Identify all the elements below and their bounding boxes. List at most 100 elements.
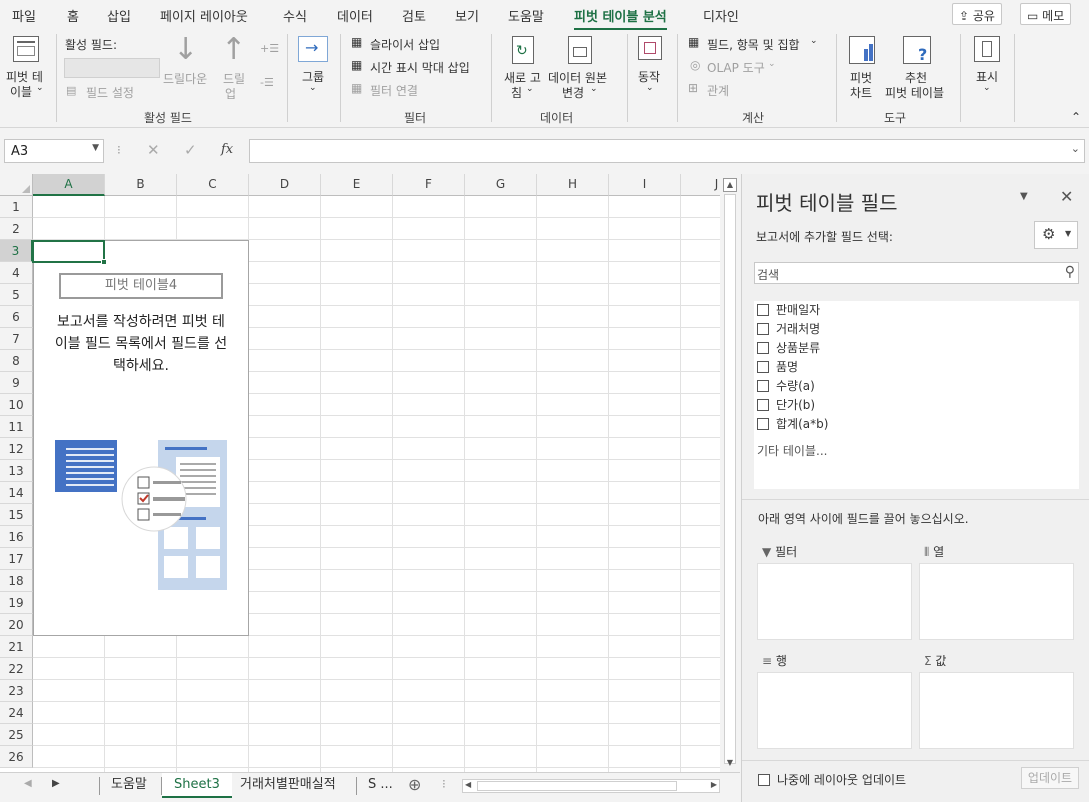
tab-home[interactable]: 홈 — [67, 6, 79, 25]
row-header[interactable]: 8 — [0, 350, 33, 372]
column-header[interactable]: G — [465, 174, 537, 196]
row-header[interactable]: 26 — [0, 746, 33, 768]
column-header[interactable]: E — [321, 174, 393, 196]
scroll-down-icon[interactable]: ▼ — [723, 758, 737, 770]
checkbox[interactable] — [757, 399, 769, 411]
formula-input[interactable]: ⌄ — [249, 139, 1085, 163]
row-header[interactable]: 7 — [0, 328, 33, 350]
row-header[interactable]: 24 — [0, 702, 33, 724]
checkbox[interactable] — [757, 418, 769, 430]
column-header[interactable]: I — [609, 174, 681, 196]
active-cell-a3[interactable] — [32, 240, 107, 265]
tab-design[interactable]: 디자인 — [703, 6, 739, 25]
scroll-up-icon[interactable]: ▲ — [723, 178, 737, 192]
row-header[interactable]: 12 — [0, 438, 33, 460]
tab-view[interactable]: 보기 — [455, 6, 479, 25]
column-header[interactable]: H — [537, 174, 609, 196]
field-item[interactable]: 판매일자 — [757, 301, 820, 318]
prev-sheet-icon[interactable]: ◀ — [24, 778, 32, 789]
column-header[interactable]: J — [681, 174, 720, 196]
field-item[interactable]: 품명 — [757, 358, 798, 375]
checkbox[interactable] — [757, 380, 769, 392]
filter-connections-button[interactable]: 필터 연결 — [370, 82, 418, 99]
row-header[interactable]: 10 — [0, 394, 33, 416]
tab-formulas[interactable]: 수식 — [283, 6, 307, 25]
row-header[interactable]: 21 — [0, 636, 33, 658]
checkbox[interactable] — [757, 304, 769, 316]
field-item[interactable]: 거래처명 — [757, 320, 820, 337]
row-header[interactable]: 23 — [0, 680, 33, 702]
drill-down-button[interactable]: 드릴다운 — [163, 70, 207, 87]
olap-tools-button[interactable]: OLAP 도구 — [707, 59, 765, 76]
row-header[interactable]: 11 — [0, 416, 33, 438]
relationships-button[interactable]: 관계 — [707, 82, 729, 99]
sheet-tab-more[interactable]: S ... — [360, 773, 401, 798]
tab-split-handle[interactable]: ⁝ — [442, 777, 446, 791]
sheet-tab-help[interactable]: 도움말 — [103, 773, 155, 798]
sheet-tab-sheet3[interactable]: Sheet3 — [162, 773, 232, 798]
tab-insert[interactable]: 삽입 — [107, 6, 131, 25]
enter-icon[interactable]: ✓ — [184, 141, 197, 159]
row-header[interactable]: 15 — [0, 504, 33, 526]
field-item[interactable]: 합계(a*b) — [757, 415, 828, 432]
row-header[interactable]: 6 — [0, 306, 33, 328]
row-header[interactable]: 2 — [0, 218, 33, 240]
close-icon[interactable]: ✕ — [1060, 187, 1073, 206]
row-header[interactable]: 25 — [0, 724, 33, 746]
row-header[interactable]: 22 — [0, 658, 33, 680]
layout-settings-button[interactable]: ⚙ ▼ — [1034, 221, 1078, 249]
tab-data[interactable]: 데이터 — [337, 6, 373, 25]
column-header[interactable]: B — [105, 174, 177, 196]
collapse-field-icon[interactable]: -☰ — [260, 76, 274, 89]
vertical-scrollbar[interactable]: ▲ ▼ — [720, 174, 740, 772]
refresh-button-line2[interactable]: 침 — [511, 84, 522, 101]
checkbox[interactable] — [757, 361, 769, 373]
column-header[interactable]: C — [177, 174, 249, 196]
name-box[interactable]: A3 ▼ — [4, 139, 104, 163]
horizontal-scrollbar[interactable]: ◀ ▶ — [462, 779, 720, 793]
refresh-button[interactable]: 새로 고 — [504, 69, 541, 86]
rows-drop-zone[interactable] — [757, 672, 912, 749]
pivot-chart-button-line2[interactable]: 차트 — [850, 84, 872, 101]
more-tables-link[interactable]: 기타 테이블... — [757, 442, 827, 459]
field-search-input[interactable]: 검색 ⚲ — [754, 262, 1079, 284]
field-item[interactable]: 수량(a) — [757, 377, 815, 394]
tab-review[interactable]: 검토 — [402, 6, 426, 25]
row-header[interactable]: 18 — [0, 570, 33, 592]
pivot-table-placeholder[interactable]: 피벗 테이블4 보고서를 작성하려면 피벗 테 이블 필드 목록에서 필드를 선… — [33, 240, 249, 636]
row-header[interactable]: 19 — [0, 592, 33, 614]
row-header[interactable]: 17 — [0, 548, 33, 570]
checkbox[interactable] — [758, 774, 770, 786]
row-header[interactable]: 4 — [0, 262, 33, 284]
next-sheet-icon[interactable]: ▶ — [52, 778, 60, 789]
sheet-tab-sales-by-customer[interactable]: 거래처별판매실적 — [232, 773, 344, 798]
checkbox[interactable] — [757, 323, 769, 335]
defer-update-option[interactable]: 나중에 레이아웃 업데이트 — [758, 771, 906, 788]
row-header[interactable]: 14 — [0, 482, 33, 504]
field-item[interactable]: 단가(b) — [757, 396, 815, 413]
row-header[interactable]: 16 — [0, 526, 33, 548]
row-header[interactable]: 20 — [0, 614, 33, 636]
hscroll-thumb[interactable] — [477, 781, 677, 791]
insert-timeline-button[interactable]: 시간 표시 막대 삽입 — [370, 59, 470, 76]
pane-options-icon[interactable]: ▼ — [1020, 191, 1028, 202]
row-header[interactable]: 1 — [0, 196, 33, 218]
tab-pivot-analyze[interactable]: 피벗 테이블 분석 — [574, 6, 667, 31]
insert-function-icon[interactable]: fx — [221, 142, 233, 157]
scroll-thumb[interactable] — [724, 194, 736, 764]
column-header[interactable]: D — [249, 174, 321, 196]
select-all-corner[interactable] — [0, 174, 33, 196]
fields-items-sets-button[interactable]: 필드, 항목 및 집합 — [707, 36, 800, 53]
update-button[interactable]: 업데이트 — [1021, 767, 1079, 789]
pivot-table-button-line2[interactable]: 이블 — [10, 83, 32, 100]
field-settings-button[interactable]: 필드 설정 — [86, 84, 134, 101]
expand-formula-icon[interactable]: ⌄ — [1071, 142, 1080, 155]
change-data-source-button-line2[interactable]: 변경 — [562, 84, 584, 101]
row-header[interactable]: 3 — [0, 240, 33, 262]
field-item[interactable]: 상품분류 — [757, 339, 820, 356]
insert-slicer-button[interactable]: 슬라이서 삽입 — [370, 36, 440, 53]
filter-drop-zone[interactable] — [757, 563, 912, 640]
add-sheet-button[interactable]: ⊕ — [400, 773, 429, 798]
scroll-right-icon[interactable]: ▶ — [711, 780, 717, 789]
checkbox[interactable] — [757, 342, 769, 354]
